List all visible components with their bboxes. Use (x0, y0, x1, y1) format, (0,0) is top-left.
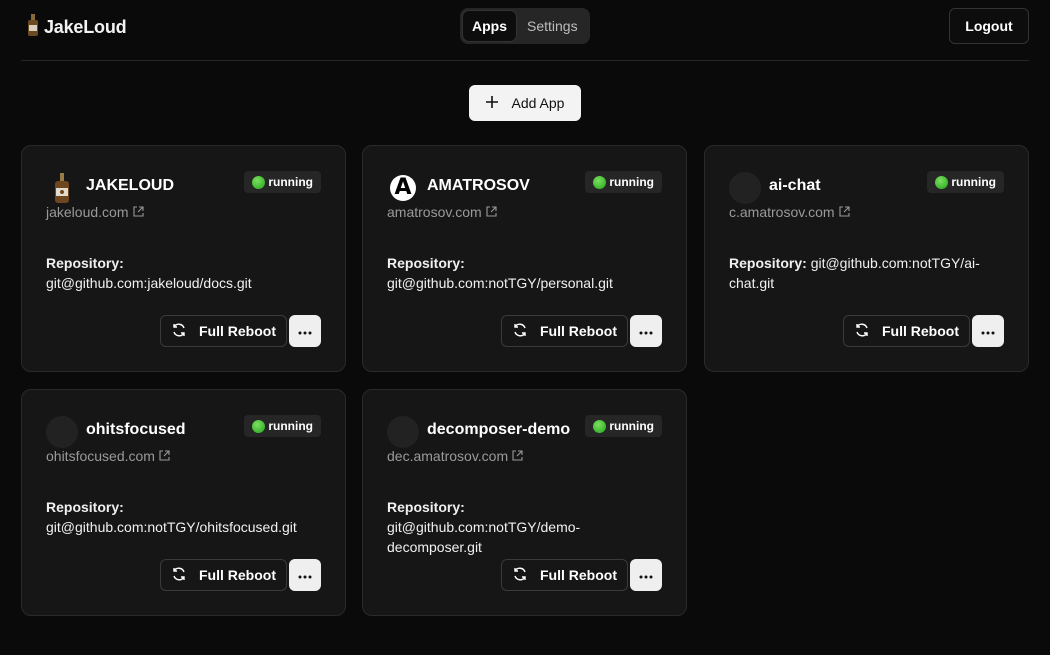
add-app-button[interactable]: Add App (469, 85, 581, 121)
external-link-icon (512, 448, 523, 464)
app-name: decomposer-demo (427, 421, 571, 438)
repository-info: Repository: git@github.com:notTGY/ohitsf… (46, 497, 316, 537)
refresh-icon (171, 566, 187, 585)
app-domain: ohitsfocused.com (46, 448, 155, 464)
ellipsis-icon (981, 322, 995, 340)
app-domain-link[interactable]: c.amatrosov.com (729, 204, 850, 220)
full-reboot-button[interactable]: Full Reboot (501, 559, 628, 591)
app-card: ohitsfocused running ohitsfocused.com Re… (21, 389, 346, 616)
full-reboot-button[interactable]: Full Reboot (843, 315, 970, 347)
bottle-icon (46, 172, 78, 204)
full-reboot-button[interactable]: Full Reboot (160, 559, 287, 591)
add-app-label: Add App (511, 95, 565, 111)
status-text: running (609, 175, 654, 189)
external-link-icon (838, 204, 850, 220)
app-domain: c.amatrosov.com (729, 204, 835, 220)
brand-title: JakeLoud (44, 16, 127, 37)
nav-tabs: Apps Settings (460, 8, 590, 44)
letter-a-icon: A (387, 172, 419, 204)
status-badge: running (585, 415, 662, 437)
repository-label: Repository: (387, 255, 465, 271)
refresh-icon (854, 322, 870, 341)
status-badge: running (927, 171, 1004, 193)
placeholder-avatar (46, 416, 78, 448)
external-link-icon (132, 204, 144, 220)
status-text: running (268, 175, 313, 189)
status-badge: running (585, 171, 662, 193)
placeholder-avatar (387, 416, 419, 448)
repository-url: git@github.com:notTGY/ohitsfocused.git (46, 519, 297, 535)
status-text: running (609, 419, 654, 433)
status-dot-icon (252, 175, 266, 189)
status-dot-icon (593, 419, 607, 433)
app-domain-link[interactable]: amatrosov.com (387, 204, 497, 220)
external-link-icon (486, 204, 497, 220)
more-options-button[interactable] (289, 559, 321, 591)
brand[interactable]: JakeLoud (26, 13, 127, 41)
repository-info: Repository: git@github.com:notTGY/ai-cha… (729, 253, 999, 293)
full-reboot-label: Full Reboot (199, 567, 276, 583)
app-name: ai-chat (769, 177, 821, 194)
status-dot-icon (935, 175, 949, 189)
ellipsis-icon (639, 566, 653, 584)
status-badge: running (244, 171, 321, 193)
status-text: running (951, 175, 996, 189)
status-badge: running (244, 415, 321, 437)
repository-label: Repository: (387, 499, 465, 515)
repository-info: Repository: git@github.com:jakeloud/docs… (46, 253, 316, 293)
full-reboot-label: Full Reboot (540, 323, 617, 339)
bottle-icon (26, 13, 40, 41)
app-domain: amatrosov.com (387, 204, 482, 220)
more-options-button[interactable] (630, 315, 662, 347)
logout-button[interactable]: Logout (949, 8, 1029, 44)
placeholder-avatar (729, 172, 761, 204)
external-link-icon (159, 448, 170, 464)
app-domain: dec.amatrosov.com (387, 448, 509, 464)
logo-letter: A (390, 175, 416, 201)
ellipsis-icon (639, 322, 653, 340)
app-card: JAKELOUD running jakeloud.com Repository… (21, 145, 346, 372)
ellipsis-icon (298, 322, 312, 340)
top-header: JakeLoud Apps Settings Logout (21, 0, 1029, 61)
more-options-button[interactable] (289, 315, 321, 347)
app-card: A AMATROSOV running amatrosov.com Reposi… (362, 145, 687, 372)
refresh-icon (171, 322, 187, 341)
repository-url: git@github.com:notTGY/personal.git (387, 275, 613, 291)
status-dot-icon (252, 419, 266, 433)
repository-label: Repository: (46, 255, 124, 271)
full-reboot-label: Full Reboot (199, 323, 276, 339)
repository-info: Repository: git@github.com:notTGY/demo-d… (387, 497, 617, 557)
refresh-icon (512, 566, 528, 585)
full-reboot-button[interactable]: Full Reboot (501, 315, 628, 347)
full-reboot-button[interactable]: Full Reboot (160, 315, 287, 347)
tab-apps[interactable]: Apps (463, 11, 516, 41)
app-domain: jakeloud.com (46, 204, 129, 220)
app-domain-link[interactable]: dec.amatrosov.com (387, 448, 523, 464)
refresh-icon (512, 322, 528, 341)
tab-settings[interactable]: Settings (518, 11, 587, 41)
app-domain-link[interactable]: jakeloud.com (46, 204, 144, 220)
status-text: running (268, 419, 313, 433)
repository-label: Repository: (729, 255, 807, 271)
full-reboot-label: Full Reboot (882, 323, 959, 339)
full-reboot-label: Full Reboot (540, 567, 617, 583)
repository-url: git@github.com:jakeloud/docs.git (46, 275, 252, 291)
app-name: AMATROSOV (427, 177, 530, 194)
app-name: ohitsfocused (86, 421, 186, 438)
app-domain-link[interactable]: ohitsfocused.com (46, 448, 170, 464)
repository-label: Repository: (46, 499, 124, 515)
repository-url: git@github.com:notTGY/demo-decomposer.gi… (387, 519, 581, 555)
more-options-button[interactable] (972, 315, 1004, 347)
app-card: ai-chat running c.amatrosov.com Reposito… (704, 145, 1029, 372)
more-options-button[interactable] (630, 559, 662, 591)
ellipsis-icon (298, 566, 312, 584)
app-name: JAKELOUD (86, 177, 175, 194)
status-dot-icon (593, 175, 607, 189)
repository-info: Repository: git@github.com:notTGY/person… (387, 253, 657, 293)
plus-icon (485, 95, 498, 111)
app-card: decomposer-demo running dec.amatrosov.co… (362, 389, 687, 616)
